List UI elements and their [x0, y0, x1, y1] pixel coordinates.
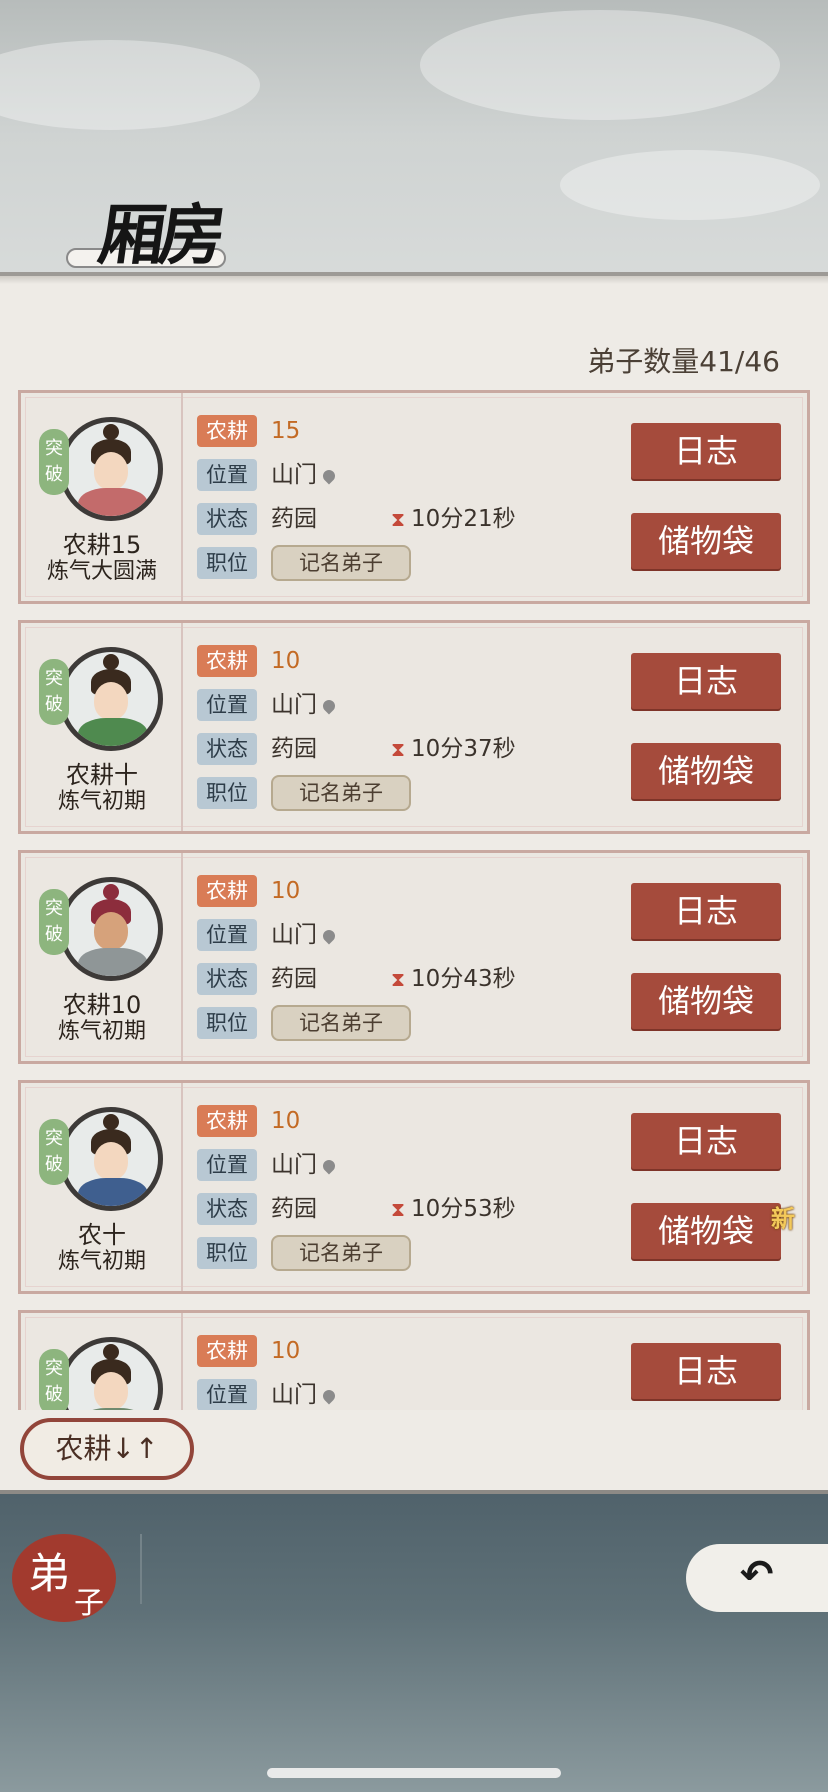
status-tag: 状态 — [197, 503, 257, 535]
disciple-tab-label-big: 弟 — [28, 1549, 71, 1598]
disciple-panel: 弟子数量41/46 突破 农耕15 炼气大圆满 农耕 15 位置 山门 状态 药… — [0, 272, 828, 1494]
new-badge: 新 — [771, 1205, 795, 1233]
location-pin-icon — [320, 1387, 338, 1405]
status-value: 药园 — [271, 506, 317, 532]
status-value: 药园 — [271, 1196, 317, 1222]
disciple-realm: 炼气初期 — [57, 1019, 146, 1044]
storage-bag-button[interactable]: 储物袋 — [631, 973, 781, 1029]
location-value: 山门 — [271, 1382, 317, 1408]
farm-tag: 农耕 — [197, 645, 257, 677]
back-arrow-icon: ↶ — [740, 1552, 774, 1598]
status-tag: 状态 — [197, 963, 257, 995]
breakthrough-badge[interactable]: 突破 — [39, 429, 69, 495]
status-value: 药园 — [271, 736, 317, 762]
hourglass-icon: ⧗ — [391, 1197, 406, 1221]
avatar[interactable] — [59, 877, 163, 981]
breakthrough-badge[interactable]: 突破 — [39, 1349, 69, 1410]
avatar[interactable] — [59, 417, 163, 521]
status-tag: 状态 — [197, 1193, 257, 1225]
farm-level: 10 — [271, 1108, 301, 1134]
storage-bag-button[interactable]: 储物袋 — [631, 513, 781, 569]
storage-bag-label: 储物袋 — [657, 1212, 754, 1250]
home-indicator[interactable] — [267, 1768, 561, 1778]
role-tag: 职位 — [197, 1007, 257, 1039]
storage-bag-button[interactable]: 储物袋 新 — [631, 1203, 795, 1259]
role-value[interactable]: 记名弟子 — [271, 775, 411, 811]
farm-tag: 农耕 — [197, 1335, 257, 1367]
location-pin-icon — [320, 697, 338, 715]
role-value[interactable]: 记名弟子 — [271, 1235, 411, 1271]
location-tag: 位置 — [197, 919, 257, 951]
breakthrough-badge[interactable]: 突破 — [39, 659, 69, 725]
storage-bag-button[interactable]: 储物袋 — [631, 743, 781, 799]
hourglass-icon: ⧗ — [391, 737, 406, 761]
farm-level: 10 — [271, 1338, 301, 1364]
disciple-tab-label-small: 子 — [74, 1586, 104, 1621]
location-value: 山门 — [271, 462, 317, 488]
location-pin-icon — [320, 467, 338, 485]
log-button[interactable]: 日志 — [631, 653, 781, 709]
disciple-list[interactable]: 突破 农耕15 炼气大圆满 农耕 15 位置 山门 状态 药园 ⧗ 10分21秒 … — [0, 276, 828, 1410]
status-value: 药园 — [271, 966, 317, 992]
location-tag: 位置 — [197, 459, 257, 491]
location-value: 山门 — [271, 1152, 317, 1178]
location-tag: 位置 — [197, 1149, 257, 1181]
role-tag: 职位 — [197, 777, 257, 809]
farm-tag: 农耕 — [197, 415, 257, 447]
location-pin-icon — [320, 1157, 338, 1175]
location-value: 山门 — [271, 922, 317, 948]
avatar-column: 突破 农十 炼气初期 — [21, 1083, 183, 1291]
role-value[interactable]: 记名弟子 — [271, 545, 411, 581]
status-timer: 10分43秒 — [411, 966, 516, 992]
disciple-card[interactable]: 突破 农耕十 炼气初期 农耕 10 位置 山门 状态 药园 ⧗ 10分37秒 职位… — [18, 620, 810, 834]
status-tag: 状态 — [197, 733, 257, 765]
avatar[interactable] — [59, 1107, 163, 1211]
disciple-realm: 炼气大圆满 — [46, 559, 157, 584]
log-button[interactable]: 日志 — [631, 1113, 781, 1169]
role-tag: 职位 — [197, 547, 257, 579]
status-timer: 10分37秒 — [411, 736, 516, 762]
page-title: 厢房 — [93, 196, 225, 274]
farm-level: 10 — [271, 648, 301, 674]
location-tag: 位置 — [197, 1379, 257, 1410]
breakthrough-badge[interactable]: 突破 — [39, 889, 69, 955]
avatar-column: 突破 农耕十 炼气初期 — [21, 623, 183, 831]
avatar[interactable] — [59, 647, 163, 751]
status-timer: 10分53秒 — [411, 1196, 516, 1222]
log-button[interactable]: 日志 — [631, 423, 781, 479]
location-tag: 位置 — [197, 689, 257, 721]
disciple-card[interactable]: 突破 农耕10 炼气初期 农耕 10 位置 山门 状态 药园 ⧗ 10分43秒 职… — [18, 850, 810, 1064]
disciple-card[interactable]: 突破 农耕 10 位置 山门 日志 — [18, 1310, 810, 1410]
nav-divider — [140, 1534, 142, 1604]
farm-tag: 农耕 — [197, 875, 257, 907]
farm-tag: 农耕 — [197, 1105, 257, 1137]
avatar-column: 突破 农耕15 炼气大圆满 — [21, 393, 183, 601]
role-value[interactable]: 记名弟子 — [271, 1005, 411, 1041]
disciple-realm: 炼气初期 — [57, 1249, 146, 1274]
back-button[interactable]: ↶ — [686, 1544, 828, 1612]
breakthrough-badge[interactable]: 突破 — [39, 1119, 69, 1185]
log-button[interactable]: 日志 — [631, 883, 781, 939]
disciple-realm: 炼气初期 — [57, 789, 146, 814]
disciple-card[interactable]: 突破 农十 炼气初期 农耕 10 位置 山门 状态 药园 ⧗ 10分53秒 职位 … — [18, 1080, 810, 1294]
disciple-card[interactable]: 突破 农耕15 炼气大圆满 农耕 15 位置 山门 状态 药园 ⧗ 10分21秒 … — [18, 390, 810, 604]
location-pin-icon — [320, 927, 338, 945]
sort-farming-button[interactable]: 农耕↓↑ — [20, 1418, 194, 1480]
location-value: 山门 — [271, 692, 317, 718]
hourglass-icon: ⧗ — [391, 967, 406, 991]
log-button[interactable]: 日志 — [631, 1343, 781, 1399]
avatar[interactable] — [59, 1337, 163, 1410]
disciple-tab[interactable]: 弟 子 — [12, 1534, 116, 1622]
farm-level: 15 — [271, 418, 301, 444]
avatar-column: 突破 农耕10 炼气初期 — [21, 853, 183, 1061]
bottom-nav: 弟 子 ↶ — [0, 1494, 828, 1792]
farm-level: 10 — [271, 878, 301, 904]
avatar-column: 突破 — [21, 1313, 183, 1410]
page-title-banner: 厢房 — [66, 178, 510, 294]
hourglass-icon: ⧗ — [391, 507, 406, 531]
role-tag: 职位 — [197, 1237, 257, 1269]
status-timer: 10分21秒 — [411, 506, 516, 532]
